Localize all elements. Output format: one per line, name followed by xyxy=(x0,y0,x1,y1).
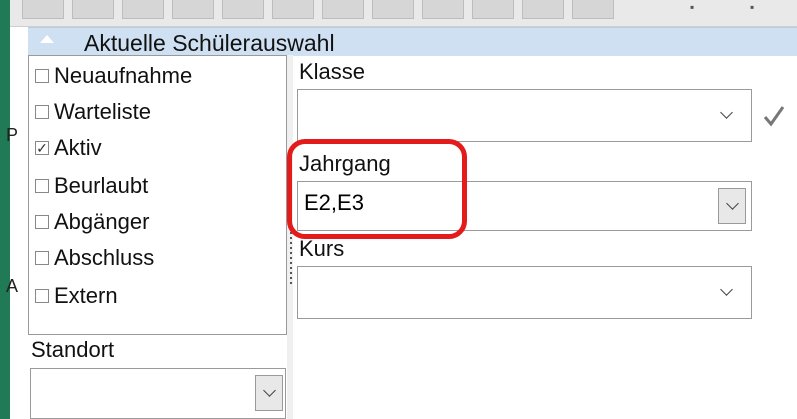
status-item-abschluss[interactable]: Abschluss xyxy=(35,240,154,276)
toolbar-button[interactable] xyxy=(122,0,164,19)
collapse-icon[interactable] xyxy=(40,35,54,43)
checkbox[interactable] xyxy=(35,105,49,119)
splitter-grip-icon[interactable] xyxy=(290,232,292,286)
toolbar-button[interactable] xyxy=(272,0,314,19)
highlight-annotation xyxy=(287,139,467,239)
kurs-label: Kurs xyxy=(299,236,345,261)
klasse-label: Klasse xyxy=(299,59,366,84)
cut-off-letter-p: P xyxy=(6,125,19,145)
kurs-combobox[interactable] xyxy=(297,266,752,319)
standort-label: Standort xyxy=(31,337,115,362)
checkbox[interactable] xyxy=(35,215,49,229)
toolbar-button[interactable] xyxy=(22,0,64,19)
checkbox[interactable] xyxy=(35,179,49,193)
checkbox[interactable] xyxy=(35,69,49,83)
standort-combobox[interactable] xyxy=(30,368,286,419)
jahrgang-dropdown-button[interactable] xyxy=(718,188,746,224)
standort-dropdown-button[interactable] xyxy=(255,375,283,411)
status-label: Extern xyxy=(54,283,118,308)
status-item-extern[interactable]: Extern xyxy=(35,278,118,314)
status-filter-list: Neuaufnahme Warteliste ✓ Aktiv Beurlaubt… xyxy=(28,55,287,335)
toolbar-button[interactable] xyxy=(422,0,464,19)
window-edge xyxy=(0,0,10,419)
toolbar-button[interactable] xyxy=(72,0,114,19)
toolbar-button[interactable] xyxy=(522,0,564,19)
status-label: Beurlaubt xyxy=(54,173,149,198)
toolbar-button[interactable] xyxy=(222,0,264,19)
section-title: Aktuelle Schülerauswahl xyxy=(84,30,335,56)
status-item-beurlaubt[interactable]: Beurlaubt xyxy=(35,168,148,204)
status-item-aktiv[interactable]: ✓ Aktiv xyxy=(35,130,102,166)
toolbar: ▪ ▪ xyxy=(10,0,797,27)
status-label: Abgänger xyxy=(54,209,150,234)
toolbar-icon[interactable]: ▪ xyxy=(750,0,754,14)
checkmark-icon[interactable] xyxy=(763,104,785,128)
status-label: Abschluss xyxy=(54,245,155,270)
status-item-abgaenger[interactable]: Abgänger xyxy=(35,204,149,240)
status-item-neuaufnahme[interactable]: Neuaufnahme xyxy=(35,58,192,94)
chevron-down-icon[interactable] xyxy=(720,106,733,119)
toolbar-button[interactable] xyxy=(472,0,514,19)
status-label: Neuaufnahme xyxy=(54,63,193,88)
checkbox[interactable] xyxy=(35,251,49,265)
chevron-down-icon[interactable] xyxy=(726,197,739,210)
chevron-down-icon[interactable] xyxy=(263,384,276,397)
chevron-down-icon[interactable] xyxy=(720,283,733,296)
checkbox-checked[interactable]: ✓ xyxy=(35,141,49,155)
klasse-combobox[interactable] xyxy=(297,89,752,142)
toolbar-button[interactable] xyxy=(572,0,614,19)
status-label: Warteliste xyxy=(54,99,151,124)
section-header[interactable]: Aktuelle Schülerauswahl xyxy=(28,27,797,56)
checkbox[interactable] xyxy=(35,289,49,303)
toolbar-icon[interactable]: ▪ xyxy=(690,0,694,14)
toolbar-button[interactable] xyxy=(172,0,214,19)
status-label: Aktiv xyxy=(54,135,102,160)
status-item-warteliste[interactable]: Warteliste xyxy=(35,94,151,130)
toolbar-button[interactable] xyxy=(322,0,364,19)
toolbar-button[interactable] xyxy=(372,0,414,19)
cut-off-letter-a: A xyxy=(6,276,19,296)
